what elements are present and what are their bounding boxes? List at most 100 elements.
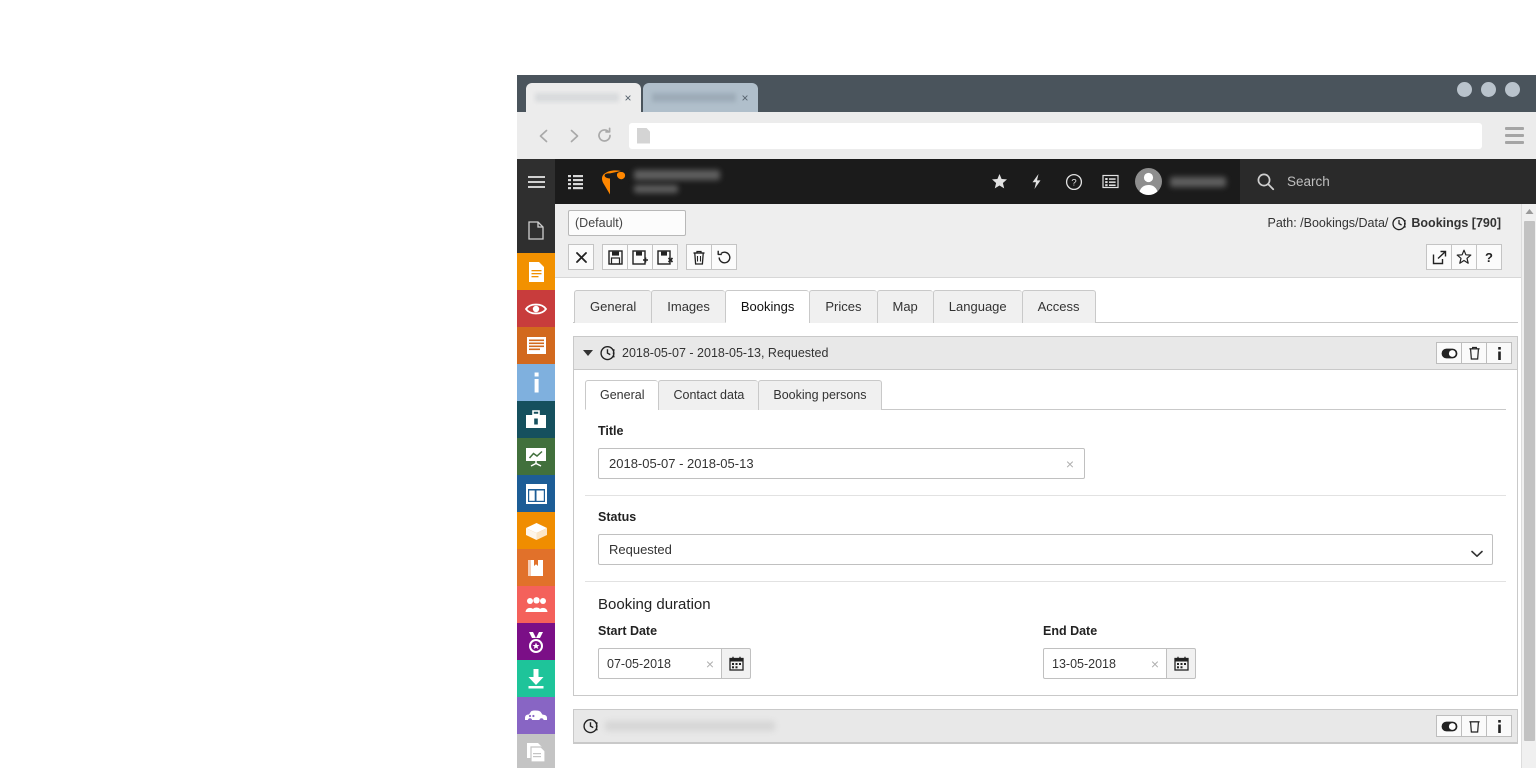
sidebar-group-top bbox=[517, 208, 555, 253]
typo3-logo[interactable] bbox=[601, 169, 720, 195]
clock-record-icon bbox=[1392, 216, 1407, 231]
tab-bookings[interactable]: Bookings bbox=[725, 290, 809, 323]
save-and-new-button[interactable] bbox=[627, 244, 653, 270]
sidebar-item-page-module[interactable] bbox=[517, 253, 555, 290]
sidebar-item-new-page[interactable] bbox=[517, 212, 555, 249]
subtab-booking-persons[interactable]: Booking persons bbox=[758, 380, 881, 410]
module-menu-icon[interactable] bbox=[555, 159, 595, 204]
view-select[interactable]: (Default) bbox=[568, 210, 686, 236]
start-date-calendar-button[interactable] bbox=[722, 648, 751, 679]
menu-toggle-button[interactable] bbox=[517, 159, 555, 204]
toolbox-icon bbox=[525, 410, 547, 429]
car-icon bbox=[524, 709, 548, 723]
sidebar-item-toolbox-module[interactable] bbox=[517, 401, 555, 438]
scrollbar-thumb[interactable] bbox=[1524, 221, 1535, 741]
close-button[interactable] bbox=[568, 244, 594, 270]
back-arrow-icon[interactable] bbox=[529, 121, 559, 151]
page-document-icon bbox=[637, 128, 650, 144]
sidebar-item-view-module[interactable] bbox=[517, 290, 555, 327]
browser-menu-button[interactable] bbox=[1492, 112, 1536, 159]
sidebar-item-catalog-module[interactable] bbox=[517, 549, 555, 586]
browser-tab-1-close-icon[interactable]: × bbox=[619, 92, 637, 104]
window-controls bbox=[1457, 82, 1520, 97]
second-booking-panel-actions bbox=[1436, 715, 1511, 737]
sidebar-item-users-module[interactable] bbox=[517, 586, 555, 623]
start-date-clear-button[interactable]: × bbox=[699, 657, 721, 671]
start-date-input[interactable] bbox=[599, 657, 699, 671]
forward-arrow-icon[interactable] bbox=[559, 121, 589, 151]
delete-button[interactable] bbox=[686, 244, 712, 270]
clock-record-icon bbox=[583, 718, 599, 734]
sidebar-item-extensions-module[interactable] bbox=[517, 512, 555, 549]
content-area: (Default) Path: /Bookings/Data/ Bookings bbox=[555, 204, 1536, 768]
toggle-enable-button[interactable] bbox=[1436, 715, 1462, 737]
browser-tab-2-close-icon[interactable]: × bbox=[736, 92, 754, 104]
sidebar-item-reports-module[interactable] bbox=[517, 438, 555, 475]
search-input[interactable]: Search bbox=[1287, 174, 1330, 189]
bookmark-star-icon[interactable] bbox=[981, 159, 1018, 204]
save-and-close-button[interactable] bbox=[652, 244, 678, 270]
help-button[interactable]: ? bbox=[1476, 244, 1502, 270]
save-button[interactable] bbox=[602, 244, 628, 270]
sidebar-item-list-module[interactable] bbox=[517, 327, 555, 364]
global-search[interactable]: Search bbox=[1240, 159, 1536, 204]
sidebar-item-vehicles-module[interactable] bbox=[517, 697, 555, 734]
tab-prices[interactable]: Prices bbox=[809, 290, 876, 323]
open-in-new-window-button[interactable] bbox=[1426, 244, 1452, 270]
end-date-calendar-button[interactable] bbox=[1167, 648, 1196, 679]
list-icon[interactable] bbox=[1092, 159, 1129, 204]
second-booking-panel-header[interactable] bbox=[574, 710, 1517, 743]
booking-panel-header[interactable]: 2018-05-07 - 2018-05-13, Requested bbox=[574, 337, 1517, 370]
user-menu[interactable] bbox=[1129, 159, 1240, 204]
second-booking-panel bbox=[573, 709, 1518, 744]
help-question-icon[interactable]: ? bbox=[1055, 159, 1092, 204]
clock-record-icon bbox=[600, 345, 616, 361]
bookmark-button[interactable] bbox=[1451, 244, 1477, 270]
tab-images[interactable]: Images bbox=[651, 290, 725, 323]
sidebar-item-info-module[interactable] bbox=[517, 364, 555, 401]
booking-panel-actions bbox=[1436, 342, 1511, 364]
maximize-button[interactable] bbox=[1481, 82, 1496, 97]
tab-access[interactable]: Access bbox=[1022, 290, 1096, 323]
end-date-column: End Date × bbox=[1043, 624, 1488, 679]
url-bar[interactable] bbox=[629, 123, 1482, 149]
record-info-button[interactable] bbox=[1486, 342, 1512, 364]
browser-tab-1[interactable]: × bbox=[526, 83, 641, 112]
vertical-scrollbar[interactable] bbox=[1521, 204, 1536, 768]
end-date-input[interactable] bbox=[1044, 657, 1144, 671]
undo-history-button[interactable] bbox=[711, 244, 737, 270]
subtab-general[interactable]: General bbox=[585, 380, 658, 410]
browser-tab-2[interactable]: × bbox=[643, 83, 758, 112]
trash-icon bbox=[1468, 719, 1481, 733]
sidebar-item-documents-module[interactable] bbox=[517, 734, 555, 768]
reload-arrow-icon[interactable] bbox=[589, 121, 619, 151]
delete-record-button[interactable] bbox=[1461, 342, 1487, 364]
record-info-button[interactable] bbox=[1486, 715, 1512, 737]
status-select[interactable]: Requested bbox=[598, 534, 1493, 565]
scroll-up-arrow-icon[interactable] bbox=[1522, 204, 1536, 219]
trash-icon bbox=[692, 250, 706, 265]
delete-record-button[interactable] bbox=[1461, 715, 1487, 737]
subtab-contact-data[interactable]: Contact data bbox=[658, 380, 758, 410]
tab-general[interactable]: General bbox=[574, 290, 651, 323]
booking-panel: 2018-05-07 - 2018-05-13, Requested bbox=[573, 336, 1518, 696]
close-window-button[interactable] bbox=[1505, 82, 1520, 97]
tab-language[interactable]: Language bbox=[933, 290, 1022, 323]
start-date-column: Start Date × bbox=[598, 624, 1043, 679]
main-tabs: General Images Bookings Prices Map Langu… bbox=[573, 290, 1518, 323]
toggle-enable-button[interactable] bbox=[1436, 342, 1462, 364]
title-clear-button[interactable]: × bbox=[1056, 457, 1084, 471]
calendar-icon bbox=[1174, 656, 1189, 671]
typo3-backend: ? bbox=[517, 159, 1536, 768]
sidebar-item-download-module[interactable] bbox=[517, 660, 555, 697]
sidebar-item-layout-module[interactable] bbox=[517, 475, 555, 512]
minimize-button[interactable] bbox=[1457, 82, 1472, 97]
title-input[interactable] bbox=[599, 449, 1056, 478]
collapse-caret-icon[interactable] bbox=[583, 350, 593, 356]
tab-map[interactable]: Map bbox=[877, 290, 933, 323]
sidebar-item-awards-module[interactable] bbox=[517, 623, 555, 660]
module-sidebar bbox=[517, 204, 555, 768]
end-date-clear-button[interactable]: × bbox=[1144, 657, 1166, 671]
flash-lightning-icon[interactable] bbox=[1018, 159, 1055, 204]
close-x-icon bbox=[575, 251, 588, 264]
